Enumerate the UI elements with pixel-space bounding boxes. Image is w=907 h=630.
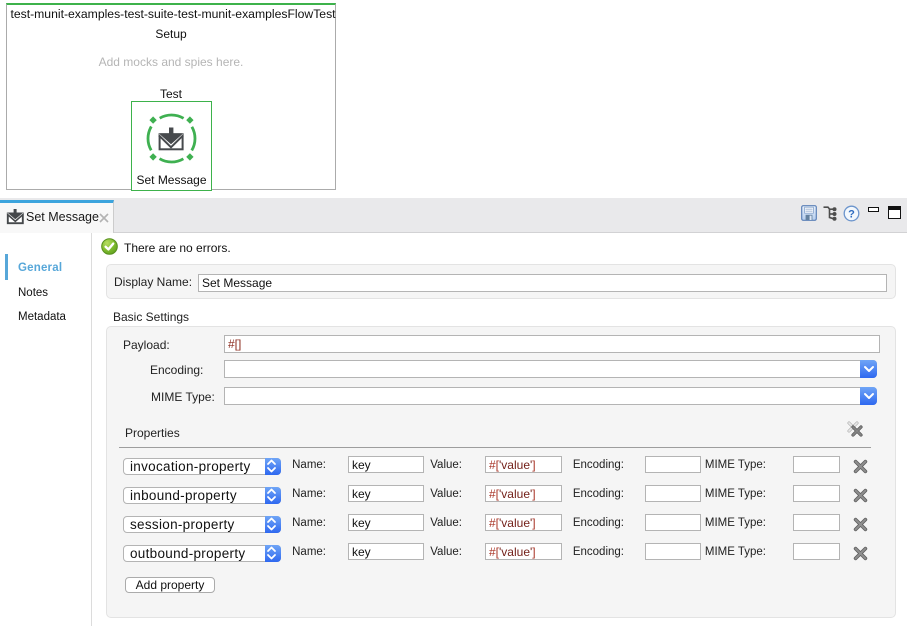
svg-text:?: ? xyxy=(848,208,855,220)
